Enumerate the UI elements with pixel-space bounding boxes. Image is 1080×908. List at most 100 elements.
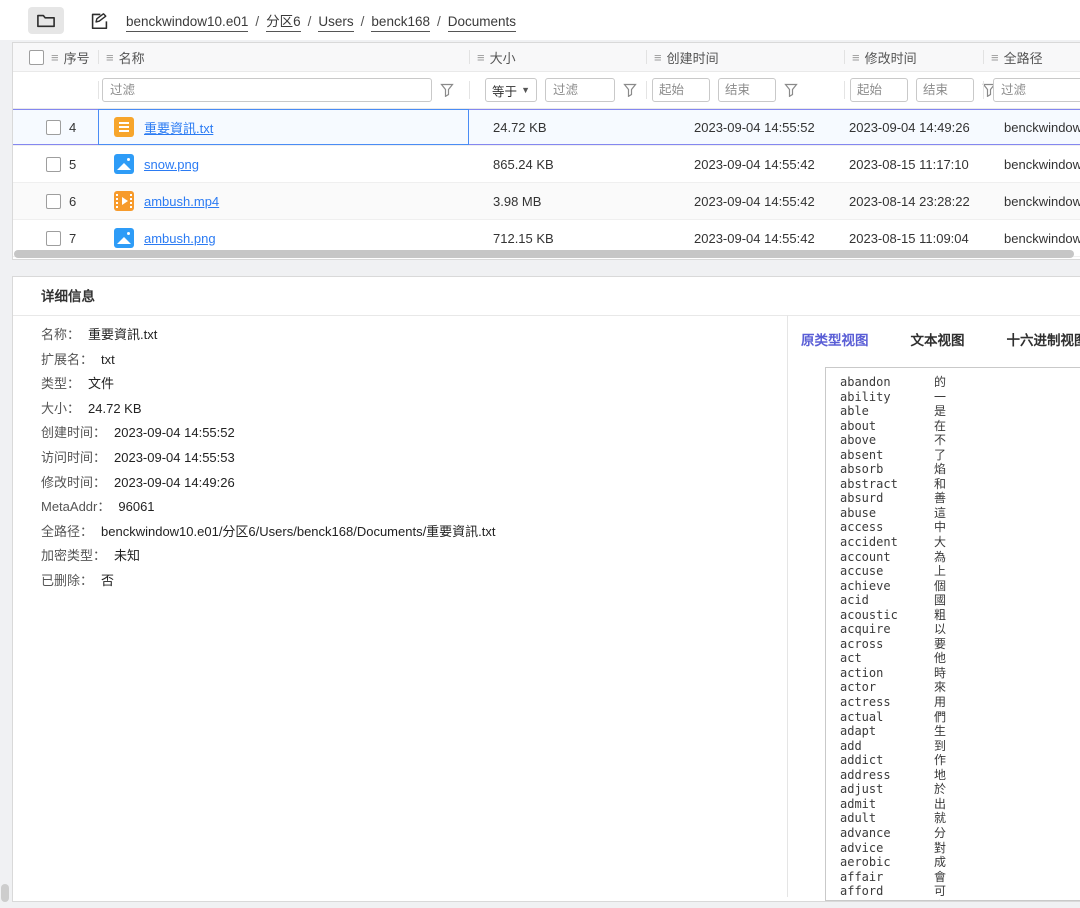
wordlist-line: acquire 以: [840, 622, 947, 637]
file-full-path: benckwindow: [1004, 119, 1080, 135]
row-checkbox[interactable]: [46, 119, 61, 135]
wordlist-line: abandon 的: [840, 375, 947, 389]
page-scrollbar-thumb[interactable]: [1, 884, 9, 902]
preview-tab[interactable]: 原类型视图: [801, 329, 869, 349]
wordlist-line: ability 一: [840, 389, 947, 404]
table-row[interactable]: 6 ambush.mp4 3.98 MB 2023-09-04 14:55:42…: [13, 183, 1080, 220]
file-table-panel: ≡ 序号 ≡ 名称 ≡ 大小 ≡ 创建时间 ≡ 修改时间 ≡ 全路径 过滤 等于…: [12, 42, 1080, 260]
file-link[interactable]: snow.png: [144, 157, 199, 172]
wordlist-line: admit 出: [840, 796, 947, 811]
modified-end-input[interactable]: [916, 78, 974, 102]
column-header-size[interactable]: ≡ 大小: [469, 43, 646, 71]
file-link[interactable]: 重要資訊.txt: [144, 118, 213, 137]
detail-label: 修改时间：: [41, 474, 107, 490]
column-header-path[interactable]: ≡ 全路径: [983, 43, 1080, 71]
column-menu-icon: ≡: [477, 49, 485, 65]
wordlist-line: absorb 焰: [840, 462, 947, 477]
wordlist-line: accuse 上: [840, 564, 947, 579]
row-checkbox[interactable]: [46, 156, 61, 172]
path-filter-input[interactable]: [993, 78, 1080, 102]
detail-field: 全路径： benckwindow10.e01/分区6/Users/benck168…: [41, 520, 496, 545]
wordlist-line: account 為: [840, 549, 947, 564]
size-operator-select[interactable]: 等于 ▼: [485, 78, 537, 102]
detail-label: MetaAddr：: [41, 499, 111, 515]
size-filter-input[interactable]: [545, 78, 615, 102]
details-panel: 详细信息 名称： 重要資訊.txt 扩展名： txt 类型： 文件 大小： 24.72 …: [12, 276, 1080, 902]
details-fields: 名称： 重要資訊.txt 扩展名： txt 类型： 文件 大小： 24.72 KB 创建…: [41, 323, 496, 594]
breadcrumb-item[interactable]: benckwindow10.e01: [126, 14, 249, 32]
filter-row: 等于▼: [13, 72, 1080, 109]
breadcrumb-item[interactable]: benck168: [371, 14, 430, 32]
detail-value: 文件: [88, 376, 115, 392]
detail-label: 扩展名：: [41, 351, 94, 367]
wordlist-line: add 到: [840, 738, 947, 753]
wordlist-line: absurd 善: [840, 491, 947, 506]
preview-tab[interactable]: 文本视图: [911, 329, 965, 349]
table-row[interactable]: 4 重要資訊.txt 24.72 KB 2023-09-04 14:55:52 …: [13, 109, 1080, 146]
horizontal-scrollbar[interactable]: [13, 250, 1080, 258]
breadcrumb-item[interactable]: Documents: [447, 14, 517, 32]
detail-value: 重要資訊.txt: [88, 327, 158, 342]
detail-field: 类型： 文件: [41, 372, 496, 397]
detail-field: 扩展名： txt: [41, 348, 496, 373]
detail-label: 大小：: [41, 400, 81, 416]
detail-field: 修改时间： 2023-09-04 14:49:26: [41, 471, 496, 496]
column-header-name[interactable]: ≡ 名称: [98, 43, 469, 71]
file-modified-time: 2023-08-14 23:28:22: [849, 193, 970, 209]
created-funnel-icon[interactable]: [784, 83, 798, 97]
wordlist-line: acoustic 粗: [840, 607, 947, 622]
wordlist-line: accident 大: [840, 535, 947, 550]
folder-button[interactable]: [28, 6, 64, 34]
column-menu-icon: ≡: [991, 49, 999, 65]
breadcrumb: benckwindow10.e01 / 分区6 / Users / benck168 / Doc…: [126, 10, 517, 32]
wordlist-line: advice 對: [840, 840, 947, 855]
wordlist-line: actress 用: [840, 695, 947, 710]
breadcrumb-separator: /: [360, 14, 365, 29]
row-checkbox[interactable]: [46, 193, 61, 209]
column-menu-icon: ≡: [106, 49, 114, 65]
detail-value: 2023-09-04 14:55:52: [114, 425, 235, 441]
size-funnel-icon[interactable]: [623, 83, 637, 97]
file-link[interactable]: ambush.mp4: [144, 194, 219, 209]
wordlist-line: abstract 和: [840, 476, 947, 491]
breadcrumb-item[interactable]: Users: [318, 14, 354, 32]
edit-path-button[interactable]: [88, 9, 110, 31]
breadcrumb-item[interactable]: 分区6: [266, 14, 301, 32]
detail-label: 全路径：: [41, 523, 94, 539]
table-row[interactable]: 5 snow.png 865.24 KB 2023-09-04 14:55:42…: [13, 146, 1080, 183]
name-filter-input[interactable]: [102, 78, 432, 102]
detail-field: 访问时间： 2023-09-04 14:55:53: [41, 446, 496, 471]
wordlist-line: actual 們: [840, 709, 947, 724]
breadcrumb-separator: /: [436, 14, 441, 29]
column-header-index[interactable]: ≡ 序号: [13, 43, 98, 71]
preview-tab[interactable]: 十六进制视图: [1007, 329, 1080, 349]
column-header-created[interactable]: ≡ 创建时间: [646, 43, 844, 71]
detail-value: 96061: [118, 499, 155, 515]
file-link[interactable]: ambush.png: [144, 231, 216, 246]
row-checkbox[interactable]: [46, 230, 61, 246]
image-file-icon: [114, 228, 134, 248]
column-menu-icon: ≡: [654, 49, 662, 65]
detail-value: 未知: [114, 548, 141, 564]
wordlist-line: adapt 生: [840, 724, 947, 739]
detail-value: 2023-09-04 14:49:26: [114, 474, 235, 490]
wordlist-line: act 他: [840, 651, 947, 666]
column-header-modified[interactable]: ≡ 修改时间: [844, 43, 983, 71]
wordlist-line: adult 就: [840, 811, 947, 826]
select-all-checkbox[interactable]: [29, 49, 44, 65]
modified-start-input[interactable]: [850, 78, 908, 102]
row-index: 6: [69, 193, 77, 209]
chevron-down-icon: ▼: [521, 85, 530, 95]
detail-label: 名称：: [41, 327, 81, 342]
detail-field: 创建时间： 2023-09-04 14:55:52: [41, 421, 496, 446]
file-size: 3.98 MB: [493, 193, 542, 209]
created-start-input[interactable]: [652, 78, 710, 102]
name-funnel-icon[interactable]: [440, 83, 454, 97]
panel-divider: [787, 315, 788, 897]
txt-file-icon: [114, 117, 134, 137]
horizontal-scrollbar-thumb[interactable]: [14, 250, 1074, 258]
folder-icon: [37, 13, 55, 28]
detail-label: 已删除：: [41, 572, 94, 588]
created-end-input[interactable]: [718, 78, 776, 102]
wordlist-line: about 在: [840, 418, 947, 433]
